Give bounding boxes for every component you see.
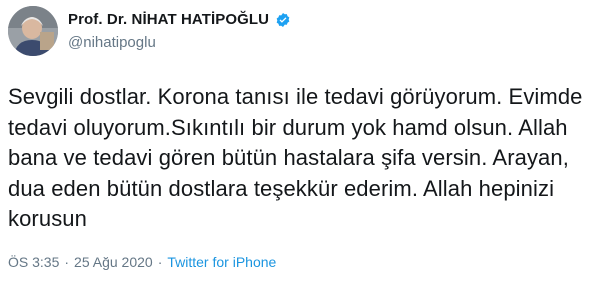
verified-badge-icon: [276, 12, 290, 27]
avatar-photo-icon: [8, 6, 58, 56]
user-handle[interactable]: @nihatipoglu: [68, 34, 156, 51]
tweet-time[interactable]: ÖS 3:35: [8, 254, 59, 270]
meta-separator: ·: [157, 254, 163, 270]
meta-separator: ·: [64, 254, 70, 270]
avatar[interactable]: [8, 6, 58, 56]
tweet-meta: ÖS 3:35 · 25 Ağu 2020 · Twitter for iPho…: [8, 254, 276, 270]
tweet-text: Sevgili dostlar. Korona tanısı ile tedav…: [8, 84, 583, 232]
display-name[interactable]: Prof. Dr. NİHAT HATİPOĞLU: [68, 11, 269, 28]
tweet-date[interactable]: 25 Ağu 2020: [74, 254, 153, 270]
tweet-card: Prof. Dr. NİHAT HATİPOĞLU @nihatipoglu S…: [0, 0, 600, 284]
name-row: Prof. Dr. NİHAT HATİPOĞLU: [68, 11, 291, 28]
tweet-source-link[interactable]: Twitter for iPhone: [167, 254, 276, 270]
